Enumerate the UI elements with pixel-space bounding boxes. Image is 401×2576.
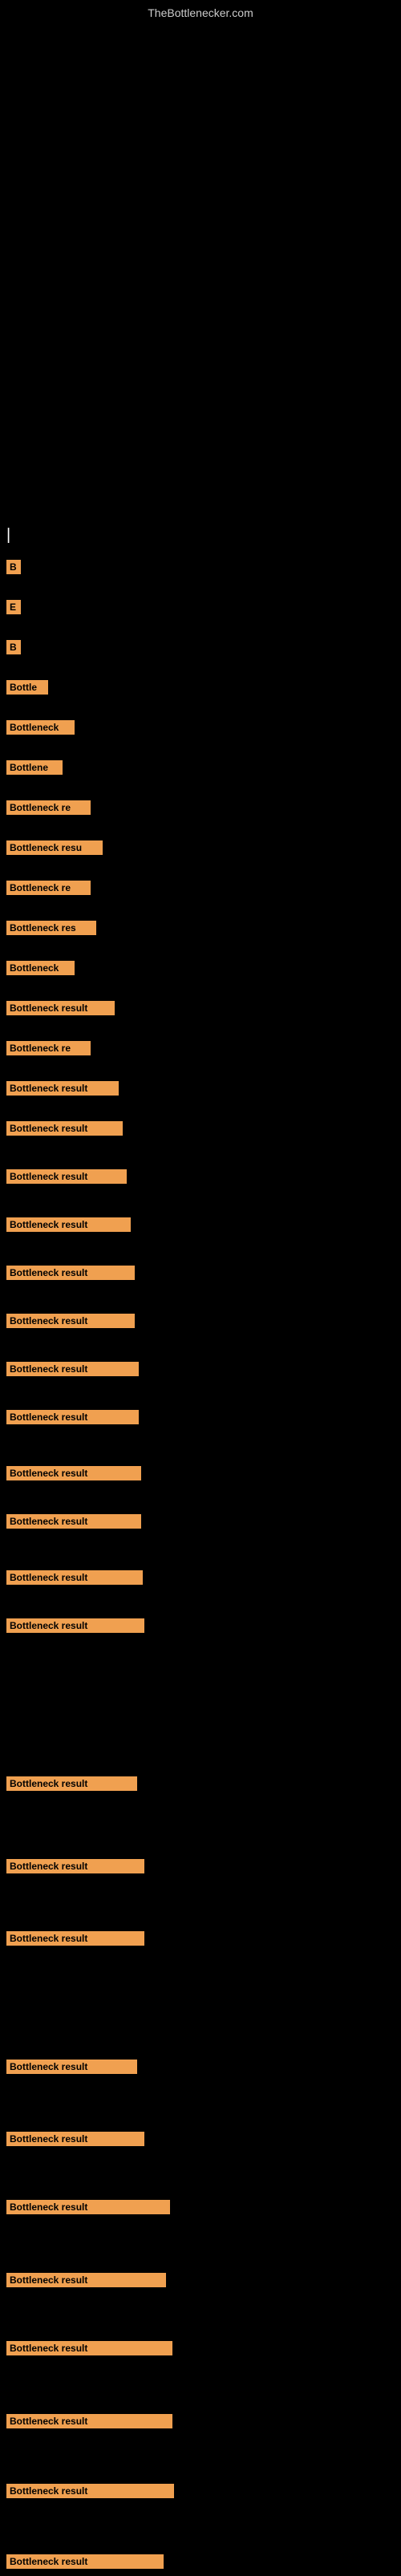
bottleneck-bar-row: Bottleneck result [3,998,115,1023]
bottleneck-result-bar[interactable]: Bottleneck re [6,800,91,815]
bottleneck-bar-row: Bottleneck result [3,1214,131,1239]
bottleneck-result-bar[interactable]: Bottleneck resu [6,840,103,855]
bottleneck-result-bar[interactable]: Bottle [6,680,48,695]
bottleneck-bar-row: Bottleneck result [3,1567,143,1592]
bottleneck-result-bar[interactable]: Bottleneck result [6,2200,170,2214]
bottleneck-result-bar[interactable]: Bottleneck result [6,2132,144,2146]
bottleneck-result-bar[interactable]: Bottleneck result [6,1931,144,1946]
bottleneck-bar-row: Bottleneck result [3,1615,144,1640]
bottleneck-bar-row: Bottleneck result [3,2338,172,2363]
bottleneck-bar-row: Bottleneck result [3,1118,123,1143]
bottleneck-bar-row: E [3,597,21,622]
bottleneck-result-bar[interactable]: Bottleneck result [6,2414,172,2428]
bottleneck-result-bar[interactable]: Bottleneck [6,720,75,735]
bottleneck-result-bar[interactable]: Bottleneck result [6,1618,144,1633]
bottleneck-result-bar[interactable]: Bottleneck result [6,1266,135,1280]
bottleneck-bar-row: Bottleneck re [3,877,91,902]
bottleneck-result-bar[interactable]: Bottleneck result [6,2341,172,2355]
bottleneck-result-bar[interactable]: Bottleneck res [6,921,96,935]
bottleneck-bar-row: Bottleneck result [3,2411,172,2436]
bottleneck-result-bar[interactable]: Bottleneck result [6,1466,141,1480]
bottleneck-bar-row: Bottleneck [3,717,75,742]
bottleneck-bar-row: Bottleneck result [3,2481,174,2505]
bottleneck-bar-row: Bottleneck resu [3,837,103,862]
bottleneck-result-bar[interactable]: Bottleneck re [6,881,91,895]
bottleneck-bar-row: Bottleneck result [3,1511,141,1536]
bottleneck-result-bar[interactable]: Bottleneck result [6,1362,139,1376]
bottleneck-result-bar[interactable]: Bottleneck result [6,2060,137,2074]
bottleneck-bar-row: Bottleneck result [3,1407,139,1432]
bottleneck-bar-row: B [3,637,21,662]
bottleneck-result-bar[interactable]: E [6,600,21,614]
bottleneck-bar-row: Bottlene [3,757,63,782]
bottleneck-result-bar[interactable]: Bottleneck result [6,2484,174,2498]
bottleneck-result-bar[interactable]: Bottleneck result [6,1001,115,1015]
bottleneck-result-bar[interactable]: Bottleneck result [6,1570,143,1585]
bottleneck-bar-row: Bottleneck result [3,2270,166,2295]
bottleneck-result-bar[interactable]: Bottleneck [6,961,75,975]
bottleneck-bar-row: Bottleneck result [3,2551,164,2576]
bottleneck-bar-row: Bottleneck result [3,1463,141,1488]
bottleneck-bar-row: Bottleneck result [3,1773,137,1798]
bottleneck-bar-row: Bottleneck result [3,1856,144,1881]
bottleneck-bar-row: Bottleneck [3,958,75,982]
bottleneck-bar-row: Bottleneck result [3,1166,127,1191]
bottleneck-bar-row: Bottle [3,677,48,702]
bottleneck-bar-row: Bottleneck re [3,797,91,822]
bottleneck-result-bar[interactable]: Bottleneck result [6,1217,131,1232]
bottleneck-result-bar[interactable]: B [6,560,21,574]
bottleneck-result-bar[interactable]: Bottleneck result [6,1859,144,1873]
bottleneck-result-bar[interactable]: B [6,640,21,654]
bottleneck-result-bar[interactable]: Bottleneck result [6,2273,166,2287]
bottleneck-result-bar[interactable]: Bottlene [6,760,63,775]
bottleneck-result-bar[interactable]: Bottleneck re [6,1041,91,1055]
bottleneck-bar-row: Bottleneck result [3,2197,170,2222]
bottleneck-bar-row: Bottleneck result [3,2128,144,2153]
bottleneck-bar-row: Bottleneck result [3,1262,135,1287]
bottleneck-result-bar[interactable]: Bottleneck result [6,1081,119,1096]
bottleneck-result-bar[interactable]: Bottleneck result [6,1514,141,1529]
bottleneck-bar-row: Bottleneck res [3,917,96,942]
bottleneck-result-bar[interactable]: Bottleneck result [6,1410,139,1424]
bottleneck-bar-row: Bottleneck result [3,1078,119,1103]
bottleneck-bar-row: Bottleneck result [3,1359,139,1383]
bottleneck-bar-row: Bottleneck result [3,2056,137,2081]
bottleneck-result-bar[interactable]: Bottleneck result [6,1169,127,1184]
cursor-indicator: | [3,520,14,551]
bottleneck-result-bar[interactable]: Bottleneck result [6,1314,135,1328]
site-title: TheBottlenecker.com [0,0,401,22]
bottleneck-result-bar[interactable]: Bottleneck result [6,1776,137,1791]
bottleneck-bar-row: B [3,557,21,581]
bottleneck-result-bar[interactable]: Bottleneck result [6,2554,164,2569]
bottleneck-bar-row: Bottleneck result [3,1310,135,1335]
bottleneck-result-bar[interactable]: Bottleneck result [6,1121,123,1136]
bottleneck-bar-row: Bottleneck re [3,1038,91,1063]
bottleneck-bar-row: Bottleneck result [3,1928,144,1953]
